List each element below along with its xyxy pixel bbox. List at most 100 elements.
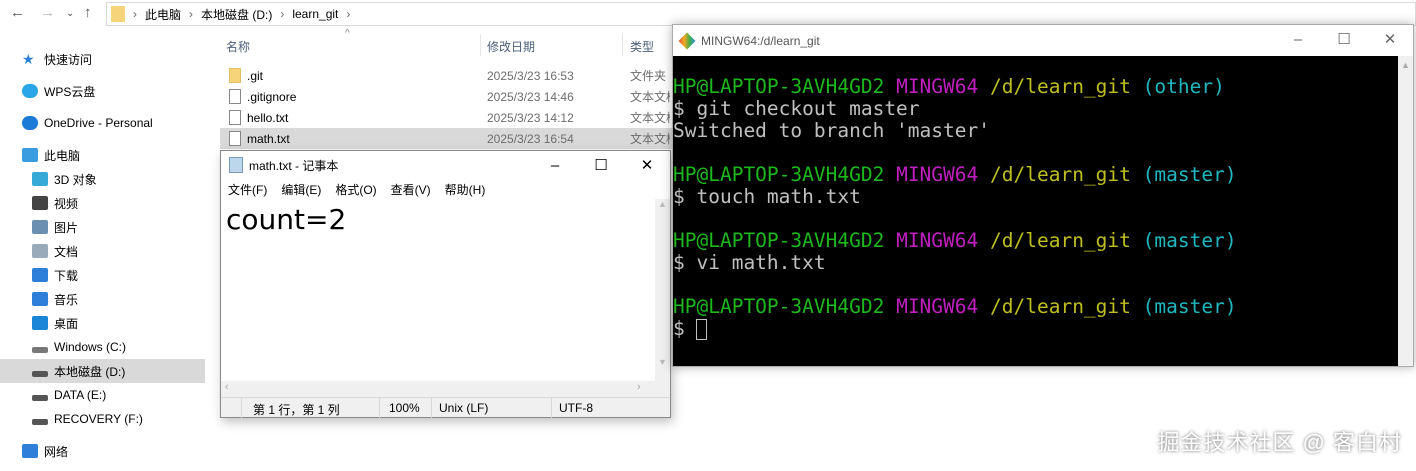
folder-icon	[229, 68, 241, 83]
picture-icon	[32, 220, 48, 234]
sidebar-item-label: Windows (C:)	[54, 340, 127, 354]
minimize-button[interactable]: –	[1275, 25, 1321, 53]
address-bar[interactable]: › 此电脑 › 本地磁盘 (D:) › learn_git ›	[106, 2, 1416, 26]
prompt-branch: (master)	[1142, 229, 1237, 252]
notepad-window: math.txt - 记事本 – ☐ ✕ 文件(F) 编辑(E) 格式(O) 查…	[220, 150, 671, 418]
sidebar-item[interactable]: 视频	[0, 191, 205, 215]
breadcrumb-item[interactable]: 本地磁盘 (D:)	[201, 6, 272, 23]
prompt-path: /d/learn_git	[990, 295, 1131, 318]
cloud-icon	[22, 84, 38, 98]
drive-icon	[32, 371, 48, 377]
sidebar-item[interactable]: RECOVERY (F:)	[0, 407, 205, 431]
prompt-user: HP@LAPTOP-3AVH4GD2	[673, 75, 885, 98]
horizontal-scrollbar[interactable]: ‹ ›	[221, 381, 670, 397]
file-row[interactable]: hello.txt 2025/3/23 14:12 文本文档	[220, 107, 680, 128]
prompt-symbol: $	[673, 317, 697, 340]
drive-icon	[32, 395, 48, 401]
chevron-icon: ›	[189, 7, 194, 21]
prompt-path: /d/learn_git	[990, 75, 1131, 98]
sidebar-item[interactable]: 下载	[0, 263, 205, 287]
sidebar-item-label: 文档	[54, 244, 79, 259]
sidebar-item[interactable]: WPS云盘	[0, 79, 205, 103]
menu-format[interactable]: 格式(O)	[335, 181, 376, 198]
folder-icon	[111, 6, 125, 22]
watermark: 掘金技术社区 @ 客白村	[1157, 430, 1402, 455]
column-header-name[interactable]: 名称	[226, 38, 250, 55]
title-bar[interactable]: math.txt - 记事本 – ☐ ✕	[221, 151, 670, 179]
prompt-user: HP@LAPTOP-3AVH4GD2	[673, 229, 885, 252]
menu-file[interactable]: 文件(F)	[228, 181, 267, 198]
file-name: math.txt	[247, 131, 290, 146]
prompt-branch: (other)	[1142, 75, 1225, 98]
column-header-type[interactable]: 类型	[630, 38, 654, 55]
column-header-date[interactable]: 修改日期	[487, 38, 535, 55]
text-editor[interactable]: count=2	[221, 199, 656, 381]
chevron-icon: ›	[346, 7, 351, 21]
sidebar-item[interactable]: ★ 快速访问	[0, 47, 205, 71]
navigation-pane: ★ 快速访问 WPS云盘 OneDrive - Personal 此电脑 3D 对象 视频图…	[0, 40, 206, 471]
sidebar-item[interactable]: 此电脑	[0, 143, 205, 167]
download-icon	[32, 268, 48, 282]
prompt-path: /d/learn_git	[990, 229, 1131, 252]
column-divider[interactable]	[480, 34, 481, 56]
text-file-icon	[229, 110, 241, 125]
command-output: Switched to branch 'master'	[673, 119, 990, 142]
recent-dropdown-icon[interactable]: ⌄	[66, 8, 74, 19]
close-button[interactable]: ✕	[1367, 25, 1413, 53]
file-row[interactable]: .git 2025/3/23 16:53 文件夹	[220, 65, 680, 86]
prompt-line: HP@LAPTOP-3AVH4GD2 MINGW64 /d/learn_git …	[673, 230, 1399, 252]
prompt-env: MINGW64	[896, 229, 979, 252]
up-arrow-icon[interactable]: ↑	[84, 4, 92, 21]
sidebar-item[interactable]: 3D 对象	[0, 167, 205, 191]
sidebar-item[interactable]: 网络	[0, 439, 205, 463]
vertical-scrollbar[interactable]: ▲ ▼	[655, 199, 670, 381]
sidebar-item[interactable]: 本地磁盘 (D:)	[0, 359, 205, 383]
terminal-output[interactable]: HP@LAPTOP-3AVH4GD2 MINGW64 /d/learn_git …	[673, 56, 1399, 366]
window-title: MINGW64:/d/learn_git	[701, 33, 820, 48]
drive-icon	[32, 419, 48, 425]
sidebar-item-label: 快速访问	[44, 52, 93, 67]
menu-view[interactable]: 查看(V)	[391, 181, 431, 198]
sidebar-item[interactable]: 音乐	[0, 287, 205, 311]
file-type: 文本文档	[630, 132, 670, 146]
vertical-scrollbar[interactable]: ▲	[1398, 56, 1413, 366]
file-date: 2025/3/23 16:53	[487, 68, 574, 83]
breadcrumb-item[interactable]: learn_git	[292, 7, 338, 21]
maximize-button[interactable]: ☐	[578, 151, 624, 179]
sidebar-item[interactable]: Windows (C:)	[0, 335, 205, 359]
close-button[interactable]: ✕	[624, 151, 670, 179]
file-date: 2025/3/23 14:46	[487, 89, 574, 104]
network-icon	[22, 444, 38, 458]
input-line[interactable]: $	[673, 318, 1399, 340]
sidebar-item-label: WPS云盘	[44, 84, 96, 99]
maximize-button[interactable]: ☐	[1321, 25, 1367, 53]
file-row[interactable]: math.txt 2025/3/23 16:54 文本文档	[220, 128, 680, 149]
chevron-icon: ›	[133, 7, 137, 21]
sidebar-item-label: DATA (E:)	[54, 388, 107, 402]
title-bar[interactable]: MINGW64:/d/learn_git – ☐ ✕	[673, 25, 1413, 56]
sidebar-item[interactable]: 图片	[0, 215, 205, 239]
menu-bar: 文件(F) 编辑(E) 格式(O) 查看(V) 帮助(H)	[221, 179, 670, 199]
file-type: 文本文档	[630, 90, 670, 104]
file-date: 2025/3/23 14:12	[487, 110, 574, 125]
menu-edit[interactable]: 编辑(E)	[281, 181, 321, 198]
menu-help[interactable]: 帮助(H)	[445, 181, 486, 198]
file-type: 文本文档	[630, 111, 670, 125]
desktop-icon	[32, 316, 48, 330]
minimize-button[interactable]: –	[532, 151, 578, 179]
back-arrow-icon[interactable]: ←	[10, 4, 25, 21]
sidebar-item[interactable]: 文档	[0, 239, 205, 263]
forward-arrow-icon[interactable]: →	[40, 4, 55, 21]
sidebar-item[interactable]: 桌面	[0, 311, 205, 335]
sidebar-item[interactable]: OneDrive - Personal	[0, 111, 205, 135]
drive-icon	[32, 347, 48, 353]
column-divider[interactable]	[622, 34, 623, 56]
file-row[interactable]: .gitignore 2025/3/23 14:46 文本文档	[220, 86, 680, 107]
text-file-icon	[229, 89, 241, 104]
breadcrumb-item[interactable]: 此电脑	[145, 6, 181, 23]
sidebar-item[interactable]: DATA (E:)	[0, 383, 205, 407]
prompt-path: /d/learn_git	[990, 163, 1131, 186]
